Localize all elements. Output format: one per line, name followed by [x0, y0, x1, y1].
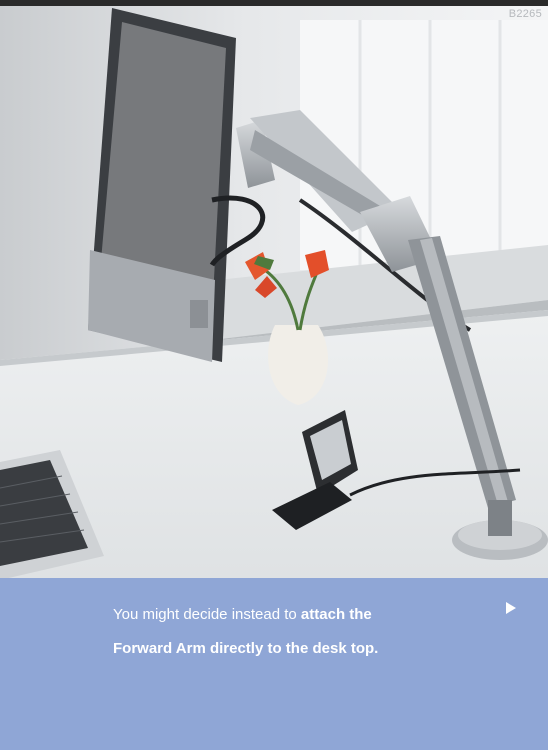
- caption-bold-2: Forward Arm directly to the desk top.: [113, 640, 379, 657]
- image-code-label: B2265: [508, 8, 542, 20]
- caption-part1: You might decide instead to: [113, 606, 301, 623]
- play-arrow-icon: [506, 602, 516, 614]
- caption-panel: You might decide instead to attach the Fo…: [0, 578, 548, 750]
- caption-text: You might decide instead to attach the Fo…: [113, 598, 493, 666]
- caption-bold-1: attach the: [300, 606, 372, 623]
- product-photo: B2265: [0, 0, 548, 578]
- next-slide-button[interactable]: [503, 600, 519, 616]
- desk-scene-image: [0, 0, 548, 578]
